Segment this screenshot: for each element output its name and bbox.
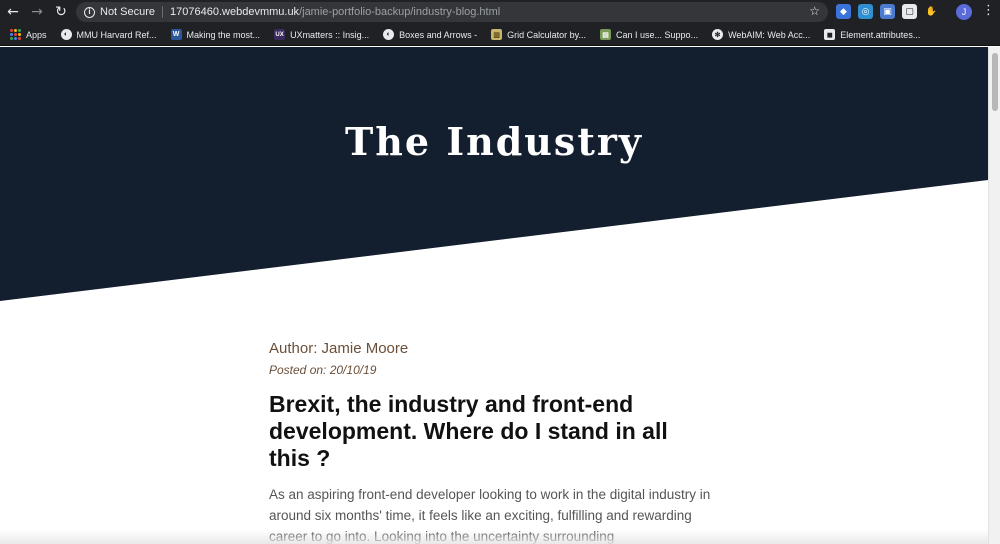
article-author: Author: Jamie Moore xyxy=(269,340,409,357)
bookmark-boxes-and-arrows[interactable]: ◐ Boxes and Arrows - xyxy=(383,29,477,40)
page-viewport: The Industry Author: Jamie Moore Posted … xyxy=(0,47,988,544)
bookmark-label: MMU Harvard Ref... xyxy=(76,29,157,40)
back-arrow-icon[interactable]: ← xyxy=(2,1,24,23)
bookmark-webaim[interactable]: ✻ WebAIM: Web Acc... xyxy=(712,29,810,40)
apps-grid-icon xyxy=(10,29,21,40)
extension-aperture-icon[interactable]: ◎ xyxy=(858,4,873,19)
bookmark-can-i-use[interactable]: ▤ Can I use... Suppo... xyxy=(600,29,698,40)
reload-icon[interactable]: ↻ xyxy=(50,1,72,23)
extensions-area: ◆ ◎ ▣ ▢ ✋ xyxy=(836,4,939,19)
ux-icon: UX xyxy=(274,29,286,40)
bookmarks-bar: Apps ◐ MMU Harvard Ref... W Making the m… xyxy=(0,24,1000,46)
bookmark-apps[interactable]: Apps xyxy=(10,29,47,40)
bookmark-label: Element.attributes... xyxy=(840,29,921,40)
url-host: 17076460.webdevmmu.uk xyxy=(170,6,300,18)
security-label: Not Secure xyxy=(100,6,156,18)
extension-shield-icon[interactable]: ◆ xyxy=(836,4,851,19)
address-bar[interactable]: i Not Secure 17076460.webdevmmu.uk/jamie… xyxy=(76,2,828,22)
bookmark-label: Grid Calculator by... xyxy=(507,29,587,40)
mdn-icon: ◼ xyxy=(824,29,836,40)
info-icon[interactable]: i xyxy=(84,6,95,18)
globe-icon: ◐ xyxy=(60,29,72,40)
profile-avatar[interactable]: J xyxy=(956,4,972,20)
page-scrollbar[interactable] xyxy=(988,47,1000,544)
bookmark-label: Can I use... Suppo... xyxy=(616,29,699,40)
bookmark-label: Boxes and Arrows - xyxy=(399,29,478,40)
forward-arrow-icon[interactable]: → xyxy=(26,1,48,23)
extension-hand-icon[interactable]: ✋ xyxy=(924,4,939,19)
bookmark-star-icon[interactable]: ☆ xyxy=(809,4,820,18)
hero-banner: The Industry xyxy=(0,47,988,307)
extension-frame-icon[interactable]: ▢ xyxy=(902,4,917,19)
bookmark-label: Making the most... xyxy=(186,29,261,40)
scrollbar-thumb[interactable] xyxy=(992,53,998,111)
article-date: Posted on: 20/10/19 xyxy=(269,363,377,377)
bookmark-label: WebAIM: Web Acc... xyxy=(728,29,811,40)
bookmark-mmu-harvard[interactable]: ◐ MMU Harvard Ref... xyxy=(60,29,157,40)
grid-icon: ▥ xyxy=(491,29,503,40)
gear-icon: ✻ xyxy=(712,29,724,40)
url-path: /jamie-portfolio-backup/industry-blog.ht… xyxy=(299,6,501,18)
bookmark-label: Apps xyxy=(26,29,47,40)
article-headline: Brexit, the industry and front-end devel… xyxy=(269,391,668,471)
bookmark-making-the-most[interactable]: W Making the most... xyxy=(170,29,261,40)
bottom-shadow xyxy=(0,530,988,544)
menu-kebab-icon[interactable]: ⋮ xyxy=(982,3,995,18)
bookmark-grid-calculator[interactable]: ▥ Grid Calculator by... xyxy=(491,29,586,40)
globe-icon: ◐ xyxy=(383,29,395,40)
hero-slanted-background xyxy=(0,47,988,301)
extension-translate-icon[interactable]: ▣ xyxy=(880,4,895,19)
bookmark-label: UXmatters :: Insig... xyxy=(290,29,370,40)
caniuse-icon: ▤ xyxy=(600,29,612,40)
browser-toolbar: ← → ↻ i Not Secure 17076460.webdevmmu.uk… xyxy=(0,0,1000,24)
word-icon: W xyxy=(170,29,182,40)
bookmark-uxmatters[interactable]: UX UXmatters :: Insig... xyxy=(274,29,369,40)
bookmark-element-attributes[interactable]: ◼ Element.attributes... xyxy=(824,29,920,40)
blog-article: Author: Jamie Moore Posted on: 20/10/19 … xyxy=(269,340,729,544)
page-title: The Industry xyxy=(345,119,643,164)
omnibox-separator xyxy=(162,6,164,18)
